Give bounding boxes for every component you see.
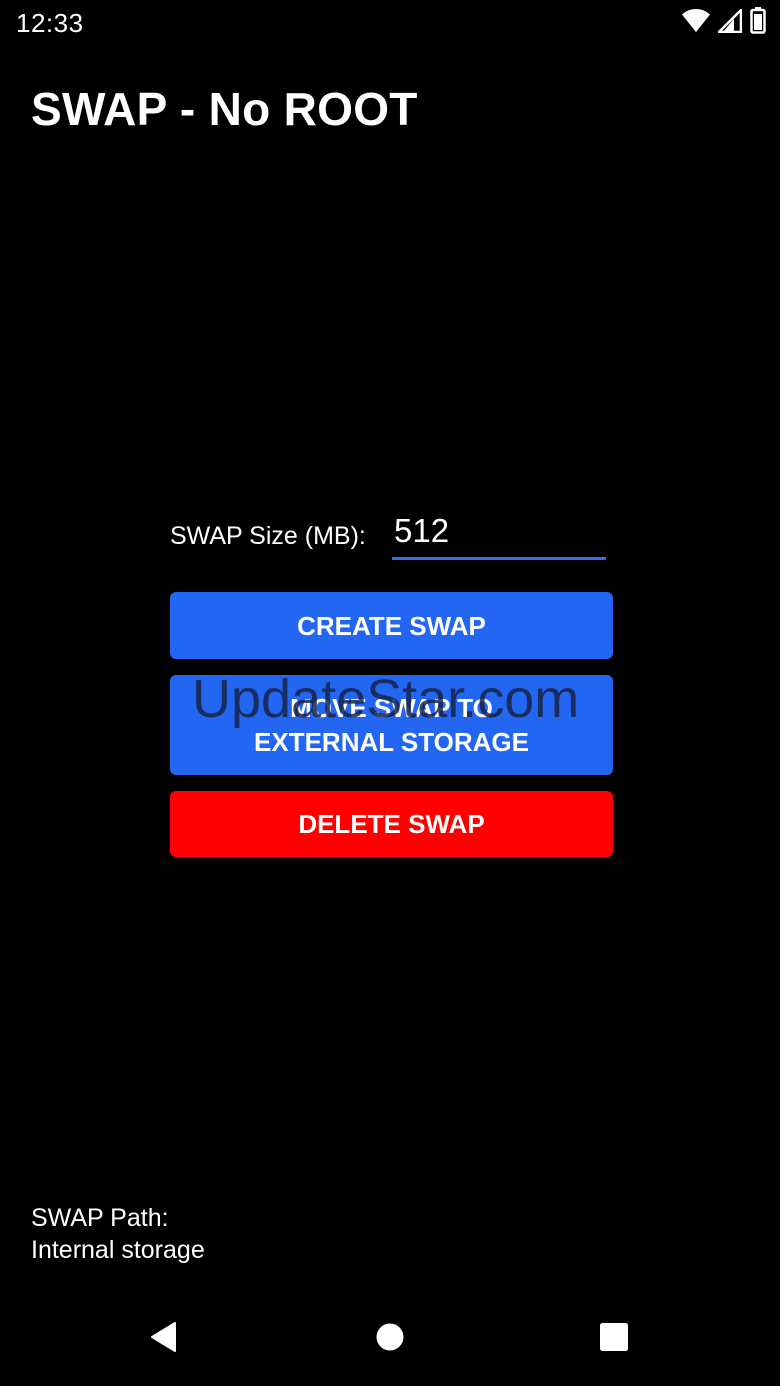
delete-swap-button[interactable]: DELETE SWAP [170, 791, 613, 857]
move-swap-label-line2: EXTERNAL STORAGE [254, 727, 529, 757]
navigation-bar [0, 1294, 780, 1386]
swap-path-value: Internal storage [31, 1236, 205, 1264]
home-button[interactable] [365, 1314, 415, 1364]
home-icon [376, 1323, 404, 1356]
swap-size-input[interactable] [392, 508, 606, 560]
status-bar: 12:33 [0, 0, 780, 48]
move-swap-button[interactable]: MOVE SWAP TO EXTERNAL STORAGE [170, 675, 613, 775]
create-swap-button[interactable]: CREATE SWAP [170, 592, 613, 659]
back-button[interactable] [139, 1314, 189, 1364]
back-icon [149, 1321, 179, 1358]
create-swap-label: CREATE SWAP [297, 610, 486, 641]
battery-icon [750, 7, 766, 39]
status-time: 12:33 [16, 8, 84, 38]
app-title: SWAP - No ROOT [31, 83, 418, 135]
move-swap-label-line1: MOVE SWAP TO [290, 693, 493, 723]
recents-icon [599, 1322, 629, 1357]
swap-size-label: SWAP Size (MB): [170, 522, 366, 550]
swap-size-row: SWAP Size (MB): [170, 508, 610, 564]
wifi-icon [682, 8, 710, 38]
recents-button[interactable] [589, 1314, 639, 1364]
swap-path-label: SWAP Path: [31, 1204, 169, 1232]
cell-signal-icon [717, 8, 743, 38]
swap-path-info: SWAP Path: Internal storage [31, 1202, 205, 1266]
move-swap-label: MOVE SWAP TO EXTERNAL STORAGE [254, 691, 529, 759]
status-icons [682, 7, 766, 39]
delete-swap-label: DELETE SWAP [298, 809, 485, 839]
